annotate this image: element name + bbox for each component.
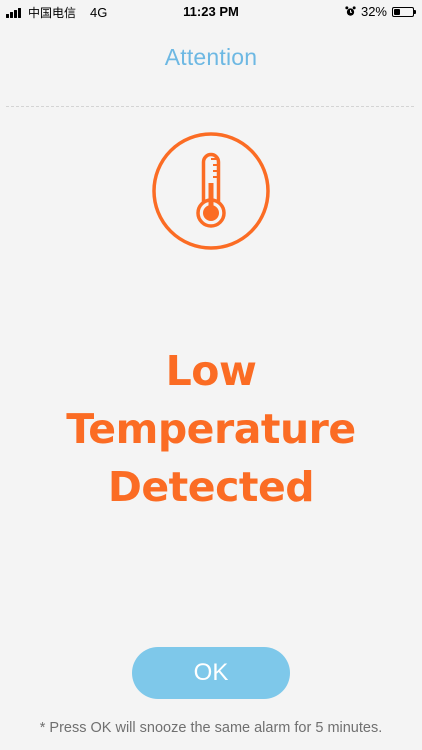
status-bar: 中国电信 4G 11:23 PM 32%: [0, 0, 422, 22]
alarm-clock-icon: [345, 6, 356, 16]
battery-icon: [392, 6, 416, 17]
alert-line-2: Temperature: [66, 405, 356, 453]
battery-percent: 32%: [360, 4, 387, 19]
thermometer-icon: [152, 132, 270, 250]
alert-line-1: Low: [165, 347, 257, 395]
battery-tip: [414, 10, 416, 14]
ok-button[interactable]: OK: [132, 647, 290, 699]
snooze-footnote: * Press OK will snooze the same alarm fo…: [39, 720, 383, 736]
battery-fill: [394, 8, 400, 15]
alert-icon-badge: [151, 131, 271, 251]
alert-line-3: Detected: [107, 463, 315, 511]
page-title: Attention: [164, 44, 258, 70]
alert-message: Low Temperature Detected: [20, 342, 402, 516]
header-divider: [6, 106, 414, 107]
status-right: 32%: [345, 4, 416, 19]
